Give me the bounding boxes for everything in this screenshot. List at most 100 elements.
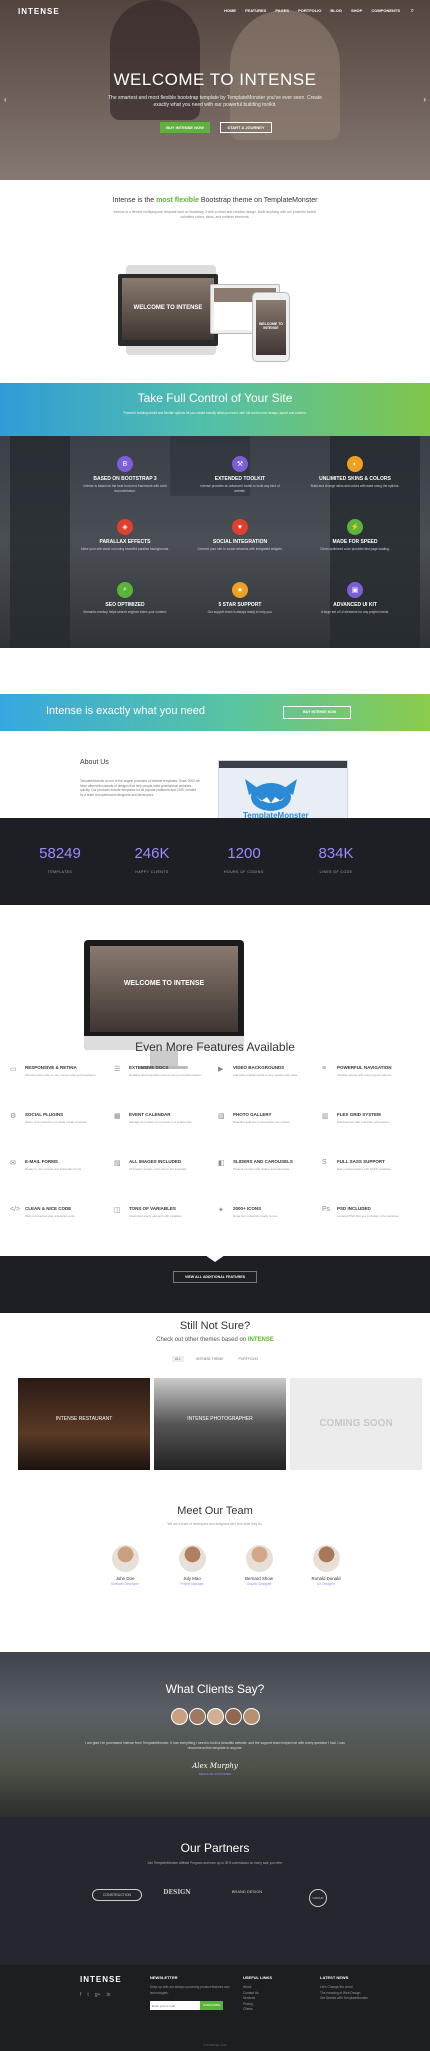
stats-section: 58249 TEMPLATES 246K HAPPY CLIENTS 1200 HOURS… bbox=[0, 818, 430, 905]
more-feature-title: SLIDERS AND CAROUSELS bbox=[233, 1159, 293, 1164]
feature-title: SOCIAL INTEGRATION bbox=[212, 539, 268, 545]
stat-value: 834K bbox=[318, 845, 354, 862]
more-feature-desc: Intense looks crisp on any screen size a… bbox=[25, 1073, 97, 1077]
tab-all[interactable]: ALL bbox=[172, 1356, 185, 1362]
facebook-icon[interactable]: f bbox=[80, 1992, 81, 1998]
avatar[interactable] bbox=[178, 1545, 206, 1572]
avatar[interactable] bbox=[111, 1545, 139, 1572]
client-avatar[interactable] bbox=[243, 1708, 260, 1725]
more-feature-desc: Layered PSD files are included in the pa… bbox=[337, 1214, 400, 1218]
more-feature-title: 2000+ ICONS bbox=[233, 1206, 262, 1211]
member-role: Software Developer bbox=[111, 1582, 139, 1586]
buy-intense-button[interactable]: BUY INTENSE NOW bbox=[160, 122, 210, 133]
still-not-sure-subtitle: Check out other themes based on INTENSE bbox=[156, 1337, 274, 1343]
more-feature-desc: Manage and share your events in a simple… bbox=[129, 1120, 193, 1124]
search-icon[interactable]: ⌕ bbox=[411, 8, 414, 15]
member-name: Bernard Show bbox=[245, 1576, 273, 1581]
uikit-icon: ▣ bbox=[347, 582, 363, 598]
member-role: UX Designer bbox=[316, 1582, 336, 1586]
cta-buy-button[interactable]: 🛒 BUY INTENSE NOW bbox=[283, 706, 351, 719]
team-member: John Doe Software Developer bbox=[90, 1545, 160, 1586]
nav-item-features[interactable]: FEATURES bbox=[245, 8, 266, 13]
slider-prev-icon[interactable]: ‹ bbox=[4, 95, 7, 104]
testimonial-signature: Alex Murphy bbox=[192, 1762, 238, 1770]
theme-thumb-coming-soon[interactable]: COMING SOON bbox=[290, 1378, 422, 1470]
nav-item-blog[interactable]: BLOG bbox=[330, 8, 342, 13]
intro-text: Intense is a flexible multipurpose templ… bbox=[113, 210, 317, 219]
more-feature-title: PSD INCLUDED bbox=[337, 1206, 371, 1211]
client-avatar[interactable] bbox=[207, 1708, 224, 1725]
avatar[interactable] bbox=[245, 1545, 273, 1572]
more-feature-desc: Easy customization with SASS variables. bbox=[337, 1167, 392, 1171]
team-member: July Mao Project Manager bbox=[157, 1545, 227, 1586]
feature-icon: ◧ bbox=[218, 1160, 225, 1167]
more-feature-desc: Share your content on popular social net… bbox=[25, 1120, 88, 1124]
more-feature-title: POWERFUL NAVIGATION bbox=[337, 1065, 392, 1070]
google-plus-icon[interactable]: g+ bbox=[95, 1992, 101, 1998]
cta-title: Intense is exactly what you need bbox=[46, 705, 205, 717]
start-journey-button[interactable]: START A JOURNEY bbox=[220, 122, 272, 133]
tab-intense-theme[interactable]: INTENSE THEME bbox=[193, 1356, 226, 1362]
site-logo[interactable]: INTENSE bbox=[18, 7, 60, 16]
more-feature-title: CLEAN & NICE CODE bbox=[25, 1206, 72, 1211]
partners-subtitle: Join TemplateMonster Affiliate Program a… bbox=[147, 1861, 283, 1865]
feature-desc: Make your site stand out using beautiful… bbox=[80, 547, 170, 551]
theme-thumb-photographer[interactable]: INTENSE PHOTOGRAPHER bbox=[154, 1378, 286, 1470]
more-feature-desc: Huge icon collection ready to use. bbox=[233, 1214, 279, 1218]
stat-value: 1200 bbox=[227, 845, 261, 862]
twitter-icon[interactable]: t bbox=[87, 1992, 88, 1998]
feature-item: ★ 5 STAR SUPPORT Our support team is alway… bbox=[185, 582, 295, 615]
partner-logo[interactable]: GROUP bbox=[298, 1889, 338, 1907]
feature-icon: ▶ bbox=[218, 1066, 224, 1073]
footer-link[interactable]: Clients bbox=[243, 2007, 272, 2013]
slider-next-icon[interactable]: › bbox=[423, 95, 426, 104]
more-features-title: Even More Features Available bbox=[135, 1040, 295, 1054]
client-avatar[interactable] bbox=[189, 1708, 206, 1725]
footer: INTENSE f t g+ in NEWSLETTER Keep up wit… bbox=[0, 1965, 430, 2051]
stat-value: 58249 bbox=[39, 845, 81, 862]
theme-thumb-restaurant[interactable]: INTENSE RESTAURANT bbox=[18, 1378, 150, 1470]
newsletter-email-input[interactable] bbox=[150, 2001, 200, 2010]
nav-item-portfolio[interactable]: PORTFOLIO bbox=[298, 8, 321, 13]
nav-item-shop[interactable]: SHOP bbox=[351, 8, 362, 13]
feature-desc: A large set of UI elements for any proje… bbox=[320, 610, 390, 614]
seo-icon: ⌕ bbox=[117, 582, 133, 598]
view-all-features-button[interactable]: VIEW ALL ADDITIONAL FEATURES bbox=[173, 1271, 257, 1283]
about-title: About Us bbox=[80, 759, 109, 766]
more-feature-title: EVENT CALENDAR bbox=[129, 1112, 171, 1117]
stat-item: 1200 HOURS OF CODING bbox=[204, 845, 284, 874]
client-avatar[interactable] bbox=[225, 1708, 242, 1725]
subscribe-button[interactable]: SUBSCRIBE bbox=[200, 2001, 224, 2010]
feature-icon: ✦ bbox=[218, 1207, 224, 1214]
partner-logo[interactable]: DESIGN bbox=[152, 1889, 202, 1896]
client-avatar[interactable] bbox=[171, 1708, 188, 1725]
more-feature-desc: Detailed documentation covers every temp… bbox=[129, 1073, 202, 1077]
feature-item: B BASED ON BOOTSTRAP 3 Intense is based on… bbox=[70, 456, 180, 493]
footer-logo[interactable]: INTENSE bbox=[80, 1975, 122, 1984]
member-name: John Doe bbox=[115, 1576, 135, 1581]
partner-logo[interactable]: CONSTRUCTION bbox=[92, 1889, 142, 1901]
stat-value: 246K bbox=[134, 845, 170, 862]
partner-logo[interactable]: BRAND DESIGN bbox=[222, 1889, 272, 1894]
feature-icon: ✉ bbox=[10, 1160, 16, 1167]
nav-item-components[interactable]: COMPONENTS bbox=[371, 8, 400, 13]
linkedin-icon[interactable]: in bbox=[106, 1992, 110, 1998]
full-control-subtitle: Powerful building toolkit and flexible o… bbox=[123, 411, 307, 415]
tab-portfolio[interactable]: PORTFOLIO bbox=[236, 1356, 262, 1362]
team-title: Meet Our Team bbox=[177, 1505, 253, 1517]
nav-item-home[interactable]: HOME bbox=[224, 8, 236, 13]
feature-desc: Connect your site to social networks wit… bbox=[197, 547, 283, 551]
more-feature-title: VIDEO BACKGROUNDS bbox=[233, 1065, 285, 1070]
news-item[interactable]: Get Started with TemplateMonster bbox=[320, 1996, 400, 2002]
parallax-icon: ◈ bbox=[117, 519, 133, 535]
feature-item: ⚡ MADE FOR SPEED Clean optimized code prov… bbox=[300, 519, 410, 552]
feature-desc: Semantic markup helps search engines ind… bbox=[83, 610, 167, 614]
stat-item: 834K LINES OF CODE bbox=[296, 845, 376, 874]
avatar[interactable] bbox=[312, 1545, 340, 1572]
more-feature-desc: Build layouts with a flexible grid syste… bbox=[337, 1120, 390, 1124]
nav-item-pages[interactable]: PAGES bbox=[275, 8, 289, 13]
speed-icon: ⚡ bbox=[347, 519, 363, 535]
more-feature-title: EXTENSIVE DOCS bbox=[129, 1065, 169, 1070]
feature-title: BASED ON BOOTSTRAP 3 bbox=[93, 476, 157, 482]
theme-filter-tabs: ALL INTENSE THEME PORTFOLIO bbox=[172, 1356, 261, 1362]
